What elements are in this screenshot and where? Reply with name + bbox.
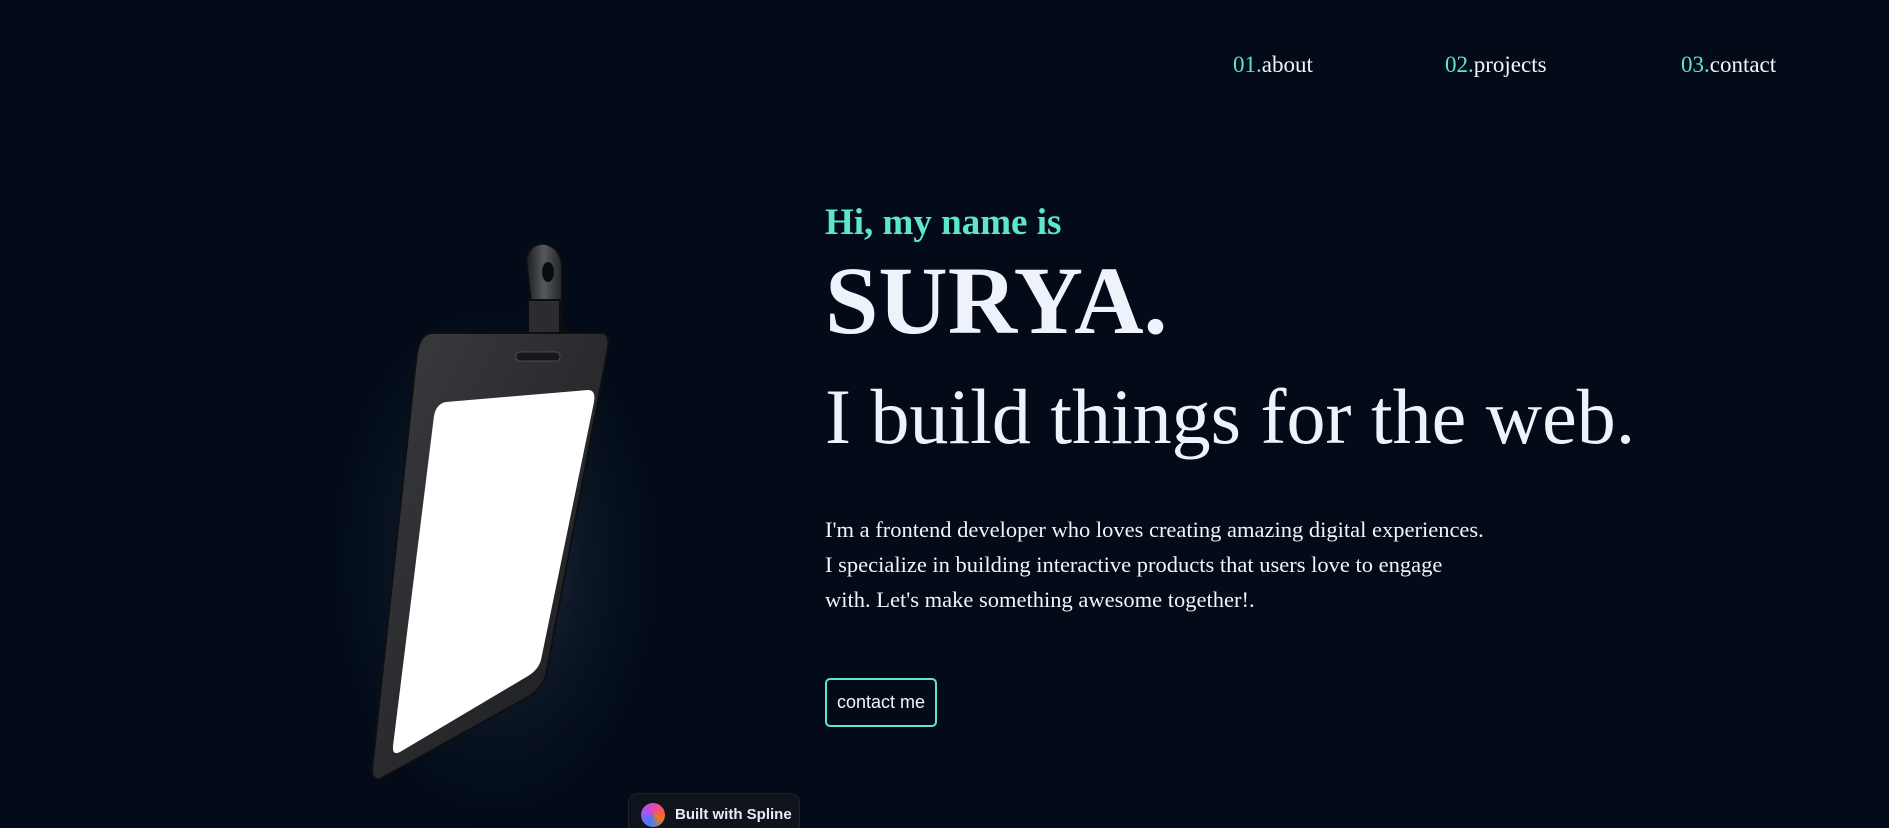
contact-me-button[interactable]: contact me (825, 678, 937, 727)
intro-paragraph: I'm a frontend developer who loves creat… (825, 512, 1615, 617)
nav-link-contact[interactable]: 03.contact (1681, 52, 1776, 78)
built-with-spline-badge[interactable]: Built with Spline (628, 793, 800, 828)
nav-link-projects[interactable]: 02.projects (1445, 52, 1547, 78)
nav-number: 03. (1681, 52, 1710, 77)
nav-label: projects (1473, 52, 1547, 77)
id-badge-3d-scene[interactable] (310, 230, 690, 820)
spline-badge-label: Built with Spline (675, 806, 792, 823)
badge-icon (370, 242, 610, 780)
spline-logo-icon (641, 803, 665, 827)
hero-tagline: I build things for the web. (825, 373, 1636, 460)
nav-link-about[interactable]: 01.about (1233, 52, 1313, 78)
nav-number: 02. (1445, 52, 1474, 77)
intro-line: I specialize in building interactive pro… (825, 552, 1443, 577)
intro-line: with. Let's make something awesome toget… (825, 587, 1255, 612)
nav-label: about (1261, 52, 1313, 77)
top-nav: 01.about 02.projects 03.contact (0, 52, 1889, 82)
intro-line: I'm a frontend developer who loves creat… (825, 517, 1484, 542)
nav-number: 01. (1233, 52, 1262, 77)
hero-name: SURYA. (825, 247, 1168, 354)
greeting-text: Hi, my name is (825, 202, 1062, 243)
nav-label: contact (1709, 52, 1777, 77)
